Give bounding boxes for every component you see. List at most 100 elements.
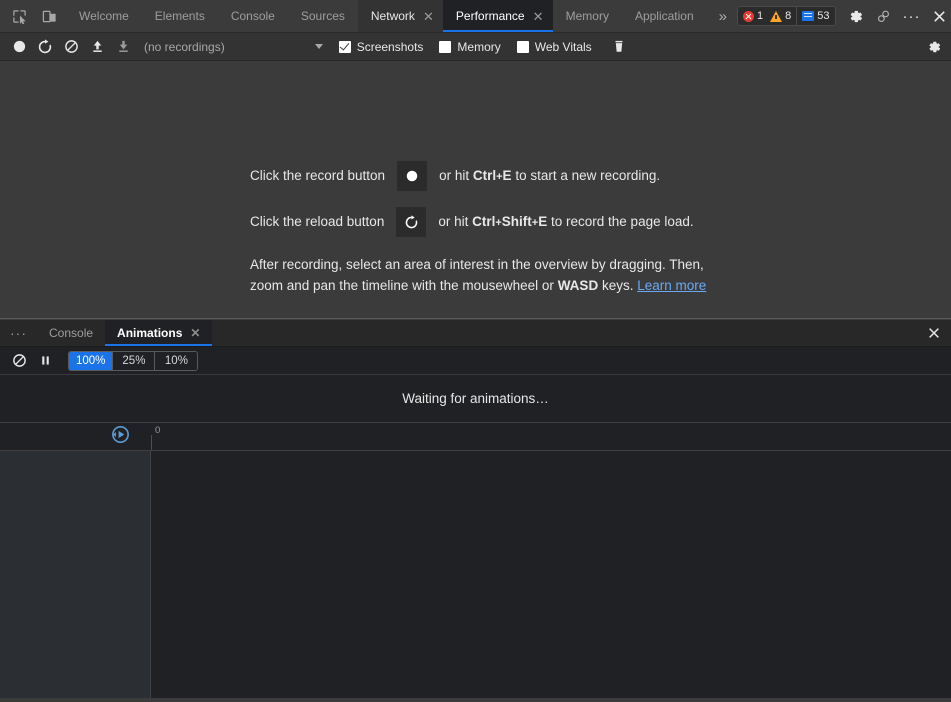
chevron-down-icon[interactable] [315,44,323,49]
drawer-more-tools-icon[interactable]: ··· [0,320,37,346]
landing-reload-suffix: to record the page load. [551,214,694,229]
recordings-dropdown[interactable]: (no recordings) [144,40,225,54]
tab-label: Console [231,10,275,22]
checkbox-box [339,41,351,53]
landing-reload-mid: or hit [438,214,468,229]
animations-status-message: Waiting for animations… [0,375,951,423]
memory-checkbox[interactable]: Memory [439,40,500,54]
save-profile-icon[interactable] [110,36,136,58]
drawer-tab-animations[interactable]: Animations ✕ [105,320,212,346]
checkbox-label: Screenshots [357,40,424,54]
tab-performance[interactable]: Performance ✕ [443,0,553,32]
capture-settings-gear-icon[interactable] [921,36,947,58]
landing-record-suffix: to start a new recording. [515,168,660,183]
reload-and-record-button[interactable] [32,36,58,58]
landing-reload-button[interactable] [396,207,426,237]
landing-reload-row: Click the reload button or hit Ctrl+Shif… [250,207,710,237]
landing-reload-key2: Shift [502,214,532,229]
tab-sources[interactable]: Sources [288,0,358,32]
drawer-tab-console[interactable]: Console [37,320,105,346]
landing-record-button[interactable] [397,161,427,191]
more-options-icon[interactable]: ··· [899,3,925,29]
close-devtools-icon[interactable] [927,3,951,29]
tab-elements[interactable]: Elements [142,0,218,32]
landing-reload-prefix: Click the reload button [250,215,384,229]
tab-label: Welcome [79,10,129,22]
timeline-tick-label: 0 [155,425,160,436]
warning-count: 8 [785,10,791,22]
issues-counter-group: 1 8 53 [737,6,836,26]
error-icon [743,11,754,22]
error-count-badge[interactable]: 1 8 [738,7,796,25]
landing-record-key1: Ctrl [473,168,496,183]
more-tabs-icon[interactable]: » [707,0,737,32]
tab-label: Application [635,10,694,22]
tab-label: Elements [155,10,205,22]
animations-timeline-body [0,451,951,698]
checkbox-box [439,41,451,53]
animations-pause-icon[interactable] [32,350,58,372]
clear-button[interactable] [58,36,84,58]
drawer-tab-close-icon[interactable]: ✕ [190,327,200,339]
panel-tabs: Welcome Elements Console Sources Network… [66,0,707,32]
recordings-value: (no recordings) [144,40,225,54]
speed-button-100[interactable]: 100% [69,352,113,370]
animations-timeline-header: 0 [0,423,951,451]
timeline-tick-line [151,435,152,450]
landing-hint-keys: WASD [558,278,599,293]
landing-record-row: Click the record button or hit Ctrl+E to… [250,161,710,191]
performance-toolbar: (no recordings) Screenshots Memory Web V… [0,33,951,61]
speed-button-10[interactable]: 10% [155,352,197,370]
tab-close-icon[interactable]: ✕ [422,10,435,23]
message-icon [802,11,814,21]
animations-toolbar: 100% 25% 10% [0,347,951,375]
landing-record-key2: E [503,168,512,183]
inspect-element-icon[interactable] [6,3,32,29]
performance-main-panel: Click the record button or hit Ctrl+E to… [0,61,951,318]
tab-bar-left-icons [0,0,66,32]
warning-icon [770,11,782,22]
landing-reload-key3: E [538,214,547,229]
animations-clear-all-icon[interactable] [6,350,32,372]
device-toolbar-icon[interactable] [36,3,62,29]
web-vitals-checkbox[interactable]: Web Vitals [517,40,592,54]
animations-timeline-grid[interactable] [151,451,951,698]
customize-devtools-icon[interactable] [871,3,897,29]
tab-bar-right-icons: 1 8 53 ··· [737,0,951,32]
checkbox-label: Memory [457,40,500,54]
devtools-tab-bar: Welcome Elements Console Sources Network… [0,0,951,33]
landing-record-prefix: Click the record button [250,169,385,183]
screenshots-checkbox[interactable]: Screenshots [339,40,424,54]
checkbox-box [517,41,529,53]
tab-console[interactable]: Console [218,0,288,32]
message-count-badge[interactable]: 53 [797,7,834,25]
drawer-tab-label: Animations [117,326,182,340]
drawer-close-icon[interactable] [917,320,951,346]
message-count: 53 [817,10,829,22]
landing-hint-paragraph: After recording, select an area of inter… [250,254,710,297]
tab-label: Memory [566,10,609,22]
drawer-tab-bar: ··· Console Animations ✕ [0,320,951,347]
tab-network[interactable]: Network ✕ [358,0,443,32]
timeline-ruler[interactable]: 0 [151,423,951,450]
record-button[interactable] [6,36,32,58]
performance-landing-page: Click the record button or hit Ctrl+E to… [250,161,710,297]
collect-garbage-icon[interactable] [606,36,632,58]
learn-more-link[interactable]: Learn more [637,278,706,293]
tab-application[interactable]: Application [622,0,707,32]
settings-gear-icon[interactable] [843,3,869,29]
tab-label: Network [371,10,415,22]
load-profile-icon[interactable] [84,36,110,58]
replay-icon[interactable] [110,424,131,450]
tab-close-icon[interactable]: ✕ [532,10,545,23]
devtools-drawer: ··· Console Animations ✕ 10 [0,320,951,698]
playback-speed-group: 100% 25% 10% [68,351,198,371]
checkbox-label: Web Vitals [535,40,592,54]
error-count: 1 [757,10,763,22]
tab-label: Performance [456,10,525,22]
animations-list-sidebar[interactable] [0,451,151,698]
speed-button-25[interactable]: 25% [113,352,155,370]
tab-welcome[interactable]: Welcome [66,0,142,32]
landing-hint-part2: keys. [598,278,637,293]
tab-memory[interactable]: Memory [553,0,622,32]
